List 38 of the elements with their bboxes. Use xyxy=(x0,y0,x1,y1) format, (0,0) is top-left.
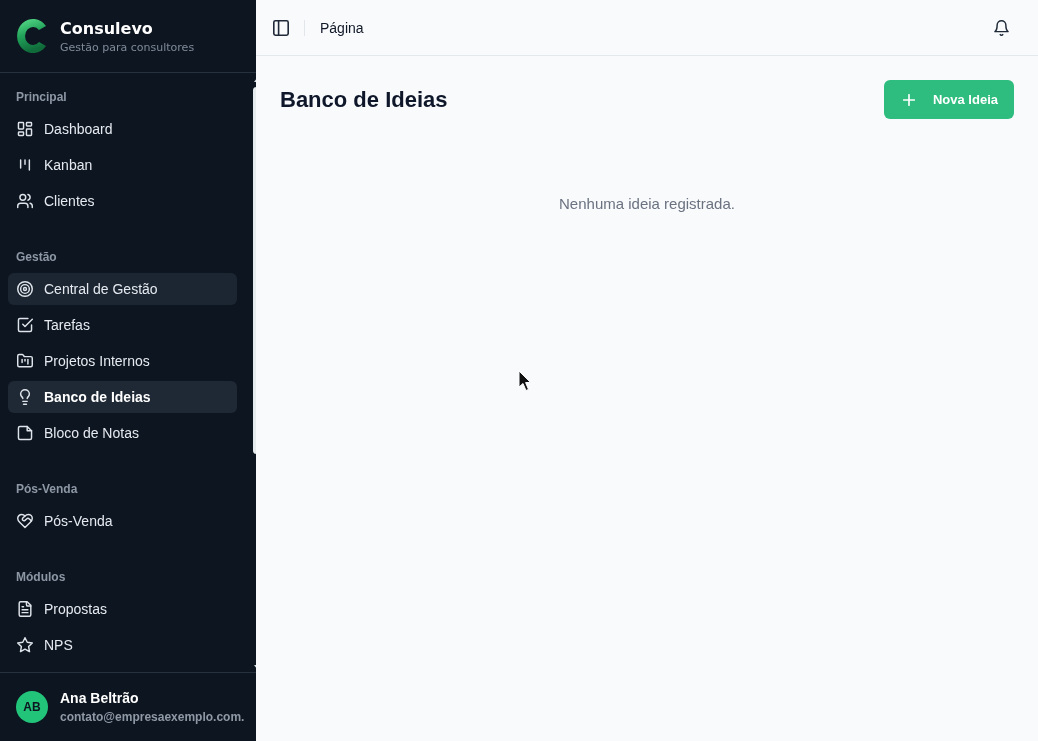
file-icon xyxy=(17,425,33,441)
users-icon xyxy=(17,193,33,209)
sidebar-item[interactable]: Pós-Venda xyxy=(8,505,237,537)
target-icon xyxy=(17,281,33,297)
sidebar-item[interactable]: Bloco de Notas xyxy=(8,417,237,449)
sidebar-item[interactable]: Propostas xyxy=(8,593,237,625)
bell-icon xyxy=(994,19,1009,36)
lightbulb-icon xyxy=(17,389,33,405)
sidebar-item[interactable]: Kanban xyxy=(8,149,237,181)
section-title: Gestão xyxy=(15,249,57,265)
brand-tagline: Gestão para consultores xyxy=(60,41,195,55)
sidebar-item[interactable]: Clientes xyxy=(8,185,237,217)
sidebar-item[interactable]: NPS xyxy=(8,629,237,661)
section-title: Módulos xyxy=(15,569,66,585)
sidebar-item[interactable]: Central de Gestão xyxy=(8,273,237,305)
document-icon xyxy=(17,601,33,617)
brand-name: Consulevo xyxy=(60,19,154,38)
grid-icon xyxy=(17,121,33,137)
breadcrumb: Página xyxy=(320,19,364,36)
page-title: Banco de Ideias xyxy=(280,85,448,114)
sidebar-item[interactable]: Tarefas xyxy=(8,309,237,341)
sidebar-item[interactable]: Banco de Ideias xyxy=(8,381,237,413)
section-title: Pós-Venda xyxy=(15,481,78,497)
panel-icon xyxy=(273,19,289,36)
folder-icon xyxy=(17,353,33,369)
user-name: Ana Beltrão xyxy=(60,689,140,707)
user-email: contato@empresaexemplo.com. xyxy=(60,709,245,725)
mouse-pointer-icon xyxy=(518,370,532,392)
bars-icon xyxy=(17,157,33,173)
empty-message: Nenhuma ideia registrada. xyxy=(559,195,735,213)
user-avatar[interactable]: AB xyxy=(16,691,48,723)
star-icon xyxy=(17,637,33,653)
section-title: Principal xyxy=(15,89,67,105)
heart-handshake-icon xyxy=(17,513,33,529)
sidebar-item[interactable]: Dashboard xyxy=(8,113,237,145)
checkbox-icon xyxy=(17,317,33,333)
sidebar-item[interactable]: Projetos Internos xyxy=(8,345,237,377)
plus-icon xyxy=(902,93,915,106)
